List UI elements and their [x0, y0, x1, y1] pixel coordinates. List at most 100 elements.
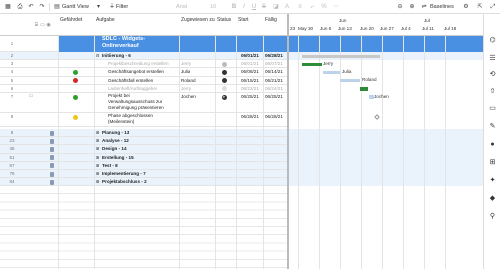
attachment-icon[interactable]: ⌬	[488, 36, 497, 45]
col-header-assigned[interactable]: Zugewiesen zu	[181, 17, 215, 23]
start-date[interactable]: 06/25/21	[241, 93, 259, 101]
task-name[interactable]: Design - 14	[102, 145, 127, 153]
expand-icon[interactable]: ⊞	[96, 145, 99, 153]
table-row[interactable]: 23 ⊞ Analyse - 12	[0, 137, 287, 146]
due-date[interactable]: 06/28/21	[265, 113, 283, 121]
start-date[interactable]: 06/15/21	[241, 77, 259, 85]
gantt-summary-bar[interactable]	[302, 54, 380, 58]
status-icon[interactable]	[222, 78, 227, 84]
strikethrough-icon[interactable]: S	[260, 3, 268, 11]
table-row[interactable]: 2 ⊟ Initiierung - 6 06/01/21 06/28/21	[0, 52, 287, 61]
wrap-icon[interactable]: ⤶	[308, 3, 316, 11]
table-row[interactable]: 7 ▭ Projekt bei Verwaltungsausschuss zur…	[0, 93, 287, 113]
conversation-icon[interactable]: ☰	[488, 54, 497, 63]
idea-icon[interactable]: ●	[488, 140, 497, 149]
print-icon[interactable]: ⎙	[16, 3, 24, 11]
bold-icon[interactable]: B	[230, 3, 238, 11]
table-row[interactable]: 67 ⊞ Test - 8	[0, 161, 287, 170]
start-date[interactable]: 06/22/21	[241, 85, 259, 93]
task-name[interactable]: Erstellung - 15	[102, 154, 134, 162]
font-size-selector[interactable]: 10	[210, 3, 216, 11]
task-name[interactable]: Lastenheft/Auftraggeber	[108, 85, 157, 93]
due-date[interactable]: 06/14/21	[265, 68, 283, 76]
table-row[interactable]: 8 Phase abgeschlossen (Meilenstein) 06/2…	[0, 113, 287, 127]
task-name[interactable]: Geschäftsangebot erstellen	[108, 68, 164, 76]
assigned-to[interactable]: Jerry	[181, 85, 191, 93]
gantt-bar[interactable]	[360, 87, 368, 91]
gantt-bar[interactable]	[302, 62, 322, 66]
start-date[interactable]: 06/01/21	[241, 60, 259, 68]
font-selector[interactable]: Arial	[176, 3, 187, 11]
risk-indicator[interactable]	[73, 94, 78, 100]
view-selector[interactable]: Gantt View	[62, 3, 89, 11]
grid-icon[interactable]: ▦	[4, 3, 12, 11]
collapse-icon[interactable]: ⊟	[96, 52, 99, 60]
expand-icon[interactable]: ⊞	[96, 170, 99, 178]
risk-indicator[interactable]	[73, 69, 78, 75]
more-icon[interactable]: ⋯	[332, 3, 340, 11]
task-name[interactable]: Initiierung - 6	[102, 52, 131, 60]
integrations-icon[interactable]: ⚲	[488, 212, 497, 221]
task-name[interactable]: Test - 8	[102, 162, 118, 170]
due-date[interactable]: 06/24/21	[265, 85, 283, 93]
activity-icon[interactable]: ⟲	[488, 70, 497, 79]
start-date[interactable]: 06/08/21	[241, 68, 259, 76]
col-header-risk[interactable]: Gefährdet	[60, 17, 82, 23]
table-row[interactable]: 76 ⊞ Implementierung - 7	[0, 170, 287, 179]
feed-icon[interactable]: ◆	[488, 194, 497, 203]
col-header-start[interactable]: Start	[238, 17, 249, 23]
col-header-due[interactable]: Fällig	[265, 17, 277, 23]
redo-icon[interactable]: ↷	[38, 3, 46, 11]
gantt-bar[interactable]	[323, 70, 340, 74]
due-date[interactable]: 06/07/21	[265, 60, 283, 68]
baselines-icon[interactable]: ⇌	[420, 3, 428, 11]
collapse-icon[interactable]: ⇱	[476, 3, 484, 11]
gantt-bar[interactable]	[340, 78, 360, 83]
task-name[interactable]: Analyse - 12	[102, 137, 129, 145]
expand-icon[interactable]: ⊞	[96, 162, 99, 170]
start-date[interactable]: 06/28/21	[241, 113, 259, 121]
col-header-task[interactable]: Aufgabe	[96, 17, 115, 23]
table-row[interactable]: 4 Geschäftsangebot erstellen Julia 06/08…	[0, 68, 287, 77]
table-row[interactable]: 3 Projektbeschreibung erstellen Jerry 06…	[0, 60, 287, 69]
underline-icon[interactable]: U	[250, 3, 258, 11]
expand-icon[interactable]: ⊞	[96, 129, 99, 137]
due-date[interactable]: 06/28/21	[265, 52, 283, 60]
publish-icon[interactable]: ⇧	[488, 87, 497, 96]
table-row[interactable]: 5 Geschäftsfall erstellen Roland 06/15/2…	[0, 77, 287, 85]
task-name[interactable]: Projektbeschreibung erstellen	[108, 60, 169, 68]
expand-icon[interactable]: ⊞	[96, 154, 99, 162]
expand-icon[interactable]: ⊞	[96, 137, 99, 145]
due-date[interactable]: 06/21/21	[265, 77, 283, 85]
status-icon[interactable]	[222, 94, 227, 100]
zoom-in-icon[interactable]: ⊕	[408, 3, 416, 11]
zoom-out-icon[interactable]: ⊖	[396, 3, 404, 11]
table-row[interactable]: 51 ⊞ Erstellung - 15	[0, 153, 287, 162]
task-name[interactable]: Projektabschluss - 2	[102, 178, 147, 186]
table-row[interactable]: 1 SDLC - Widgets- Onlineverkauf	[0, 36, 287, 52]
undo-icon[interactable]: ↶	[27, 3, 35, 11]
start-date[interactable]: 06/01/21	[241, 52, 259, 60]
apps-icon[interactable]: ⊞	[488, 158, 497, 167]
summary-icon[interactable]: ▭	[488, 104, 497, 113]
risk-indicator[interactable]	[73, 114, 78, 120]
status-icon[interactable]	[222, 69, 227, 75]
table-row[interactable]: 84 ⊞ Projektabschluss - 2	[0, 178, 287, 187]
fill-color-icon[interactable]: ◪	[272, 3, 280, 11]
settings-icon[interactable]: ⚙	[462, 3, 470, 11]
ai-icon[interactable]: ✦	[488, 176, 497, 185]
assigned-to[interactable]: Roland	[181, 77, 196, 85]
status-icon[interactable]	[222, 86, 227, 92]
col-header-status[interactable]: Status	[217, 17, 231, 23]
table-row[interactable]: 6 Lastenheft/Auftraggeber Jerry 06/22/21…	[0, 85, 287, 93]
expand-icon[interactable]: ⊞	[96, 178, 99, 186]
task-name[interactable]: Planung - 13	[102, 129, 129, 137]
comment-icon[interactable]: ▭	[28, 92, 34, 100]
task-name[interactable]: Implementierung - 7	[102, 170, 146, 178]
gantt-view-icon[interactable]: ▤	[53, 3, 61, 11]
filter-icon[interactable]: ⏚	[108, 3, 116, 11]
expand-icon[interactable]: ⤢	[489, 3, 497, 11]
due-date[interactable]: 06/25/21	[265, 93, 283, 101]
assigned-to[interactable]: Jerry	[181, 60, 191, 68]
risk-indicator[interactable]	[73, 78, 78, 84]
